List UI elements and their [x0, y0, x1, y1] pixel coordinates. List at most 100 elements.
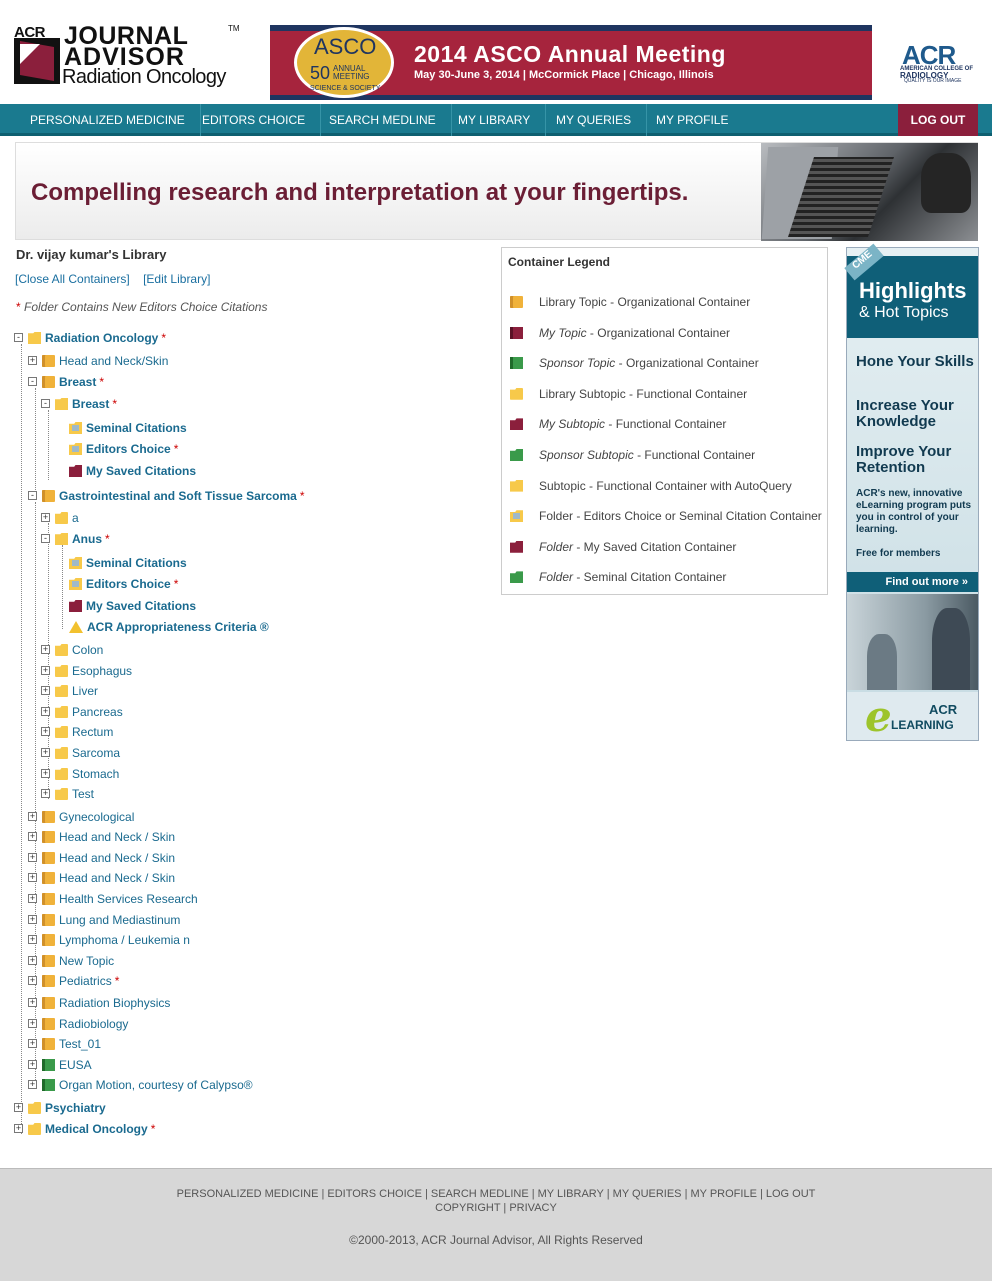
tree-node[interactable]: Lymphoma / Leukemia n	[42, 931, 190, 949]
tree-node-label[interactable]: Liver	[72, 684, 98, 698]
tree-node[interactable]: New Topic	[42, 952, 114, 970]
tree-node-label[interactable]: ACR Appropriateness Criteria ®	[87, 620, 269, 634]
expand-icon[interactable]: +	[28, 873, 37, 882]
tree-node-label[interactable]: Editors Choice	[86, 577, 171, 591]
tree-node[interactable]: Rectum	[55, 723, 113, 741]
collapse-icon[interactable]: -	[41, 534, 50, 543]
tree-node-label[interactable]: Head and Neck / Skin	[59, 851, 175, 865]
tree-node-label[interactable]: Stomach	[72, 767, 119, 781]
nav-search-medline[interactable]: SEARCH MEDLINE	[314, 104, 452, 136]
find-out-more-button[interactable]: Find out more »	[847, 572, 978, 592]
tree-node-label[interactable]: Esophagus	[72, 664, 132, 678]
tree-node[interactable]: Radiation Oncology *	[28, 329, 166, 347]
footer-legal-links[interactable]: COPYRIGHT | PRIVACY	[0, 1201, 992, 1215]
tree-node-label[interactable]: Test	[72, 787, 94, 801]
tree-node-label[interactable]: EUSA	[59, 1058, 92, 1072]
expand-icon[interactable]: +	[41, 727, 50, 736]
expand-icon[interactable]: +	[41, 769, 50, 778]
tree-node[interactable]: Seminal Citations	[69, 554, 187, 572]
tree-node-label[interactable]: Head and Neck/Skin	[59, 354, 168, 368]
nav-my-library[interactable]: MY LIBRARY	[443, 104, 547, 136]
collapse-icon[interactable]: -	[28, 491, 37, 500]
close-all-containers-link[interactable]: [Close All Containers]	[15, 272, 130, 286]
tree-node-label[interactable]: Gastrointestinal and Soft Tissue Sarcoma	[59, 489, 297, 503]
expand-icon[interactable]: +	[28, 1080, 37, 1089]
expand-icon[interactable]: +	[14, 1124, 23, 1133]
tree-node-label[interactable]: Seminal Citations	[86, 421, 187, 435]
tree-node[interactable]: Breast *	[42, 373, 104, 391]
expand-icon[interactable]: +	[28, 976, 37, 985]
expand-icon[interactable]: +	[41, 686, 50, 695]
elearning-ad[interactable]: CME Highlights & Hot Topics Hone Your Sk…	[844, 243, 979, 741]
collapse-icon[interactable]: -	[41, 399, 50, 408]
tree-node[interactable]: Breast *	[55, 395, 117, 413]
tree-node[interactable]: Liver	[55, 682, 98, 700]
tree-node-label[interactable]: Seminal Citations	[86, 556, 187, 570]
tree-node-label[interactable]: Breast	[72, 397, 109, 411]
tree-node-label[interactable]: Sarcoma	[72, 746, 120, 760]
asco-banner[interactable]: ASCO 50 ANNUAL MEETING SCIENCE & SOCIETY…	[270, 25, 872, 100]
tree-node[interactable]: Lung and Mediastinum	[42, 911, 180, 929]
acr-journal-advisor-logo[interactable]: ACR TM JOURNAL ADVISOR Radiation Oncolog…	[14, 24, 240, 90]
tree-node[interactable]: Head and Neck / Skin	[42, 849, 175, 867]
tree-node[interactable]: Health Services Research	[42, 890, 198, 908]
expand-icon[interactable]: +	[41, 513, 50, 522]
tree-node-label[interactable]: Rectum	[72, 725, 113, 739]
tree-node[interactable]: Head and Neck / Skin	[42, 828, 175, 846]
tree-node-label[interactable]: My Saved Citations	[86, 464, 196, 478]
expand-icon[interactable]: +	[41, 707, 50, 716]
tree-node[interactable]: Seminal Citations	[69, 419, 187, 437]
expand-icon[interactable]: +	[41, 748, 50, 757]
tree-node[interactable]: Sarcoma	[55, 744, 120, 762]
logout-button[interactable]: LOG OUT	[898, 104, 978, 136]
tree-node-label[interactable]: Editors Choice	[86, 442, 171, 456]
tree-node[interactable]: Organ Motion, courtesy of Calypso®	[42, 1076, 253, 1094]
nav-my-queries[interactable]: MY QUERIES	[541, 104, 648, 136]
tree-node[interactable]: Gynecological	[42, 808, 134, 826]
expand-icon[interactable]: +	[28, 812, 37, 821]
tree-node-label[interactable]: Lymphoma / Leukemia n	[59, 933, 190, 947]
tree-node[interactable]: Stomach	[55, 765, 119, 783]
acr-logo[interactable]: ACR AMERICAN COLLEGE OF RADIOLOGY QUALIT…	[898, 40, 976, 84]
expand-icon[interactable]: +	[28, 894, 37, 903]
collapse-icon[interactable]: -	[14, 333, 23, 342]
tree-node-label[interactable]: Radiation Oncology	[45, 331, 158, 345]
tree-node[interactable]: Head and Neck / Skin	[42, 869, 175, 887]
tree-node-label[interactable]: Radiobiology	[59, 1017, 128, 1031]
tree-node[interactable]: My Saved Citations	[69, 462, 196, 480]
expand-icon[interactable]: +	[28, 356, 37, 365]
tree-node-label[interactable]: Lung and Mediastinum	[59, 913, 180, 927]
nav-editors-choice[interactable]: EDITORS CHOICE	[187, 104, 322, 136]
tree-node[interactable]: a	[55, 509, 79, 527]
tree-node[interactable]: EUSA	[42, 1056, 92, 1074]
expand-icon[interactable]: +	[28, 1019, 37, 1028]
tree-node-label[interactable]: Anus	[72, 532, 102, 546]
tree-node-label[interactable]: a	[72, 511, 79, 525]
tree-node[interactable]: Test_01	[42, 1035, 101, 1053]
expand-icon[interactable]: +	[28, 998, 37, 1007]
tree-node-label[interactable]: My Saved Citations	[86, 599, 196, 613]
tree-node-label[interactable]: Breast	[59, 375, 96, 389]
expand-icon[interactable]: +	[28, 832, 37, 841]
expand-icon[interactable]: +	[28, 956, 37, 965]
tree-node-label[interactable]: New Topic	[59, 954, 114, 968]
edit-library-link[interactable]: [Edit Library]	[143, 272, 210, 286]
tree-node[interactable]: Radiation Biophysics	[42, 994, 170, 1012]
expand-icon[interactable]: +	[28, 935, 37, 944]
tree-node-label[interactable]: Radiation Biophysics	[59, 996, 170, 1010]
tree-node-label[interactable]: Health Services Research	[59, 892, 198, 906]
tree-node-label[interactable]: Gynecological	[59, 810, 134, 824]
tree-node[interactable]: Editors Choice *	[69, 575, 178, 593]
tree-node[interactable]: Pancreas	[55, 703, 123, 721]
expand-icon[interactable]: +	[41, 789, 50, 798]
tree-node-label[interactable]: Colon	[72, 643, 103, 657]
expand-icon[interactable]: +	[28, 1060, 37, 1069]
expand-icon[interactable]: +	[41, 645, 50, 654]
nav-my-profile[interactable]: MY PROFILE	[641, 104, 743, 136]
tree-node[interactable]: Medical Oncology *	[28, 1120, 155, 1138]
nav-personalized-medicine[interactable]: PERSONALIZED MEDICINE	[15, 104, 201, 136]
tree-node-label[interactable]: Pediatrics	[59, 974, 112, 988]
tree-node[interactable]: My Saved Citations	[69, 597, 196, 615]
tree-node-label[interactable]: Head and Neck / Skin	[59, 871, 175, 885]
tree-node[interactable]: Esophagus	[55, 662, 132, 680]
